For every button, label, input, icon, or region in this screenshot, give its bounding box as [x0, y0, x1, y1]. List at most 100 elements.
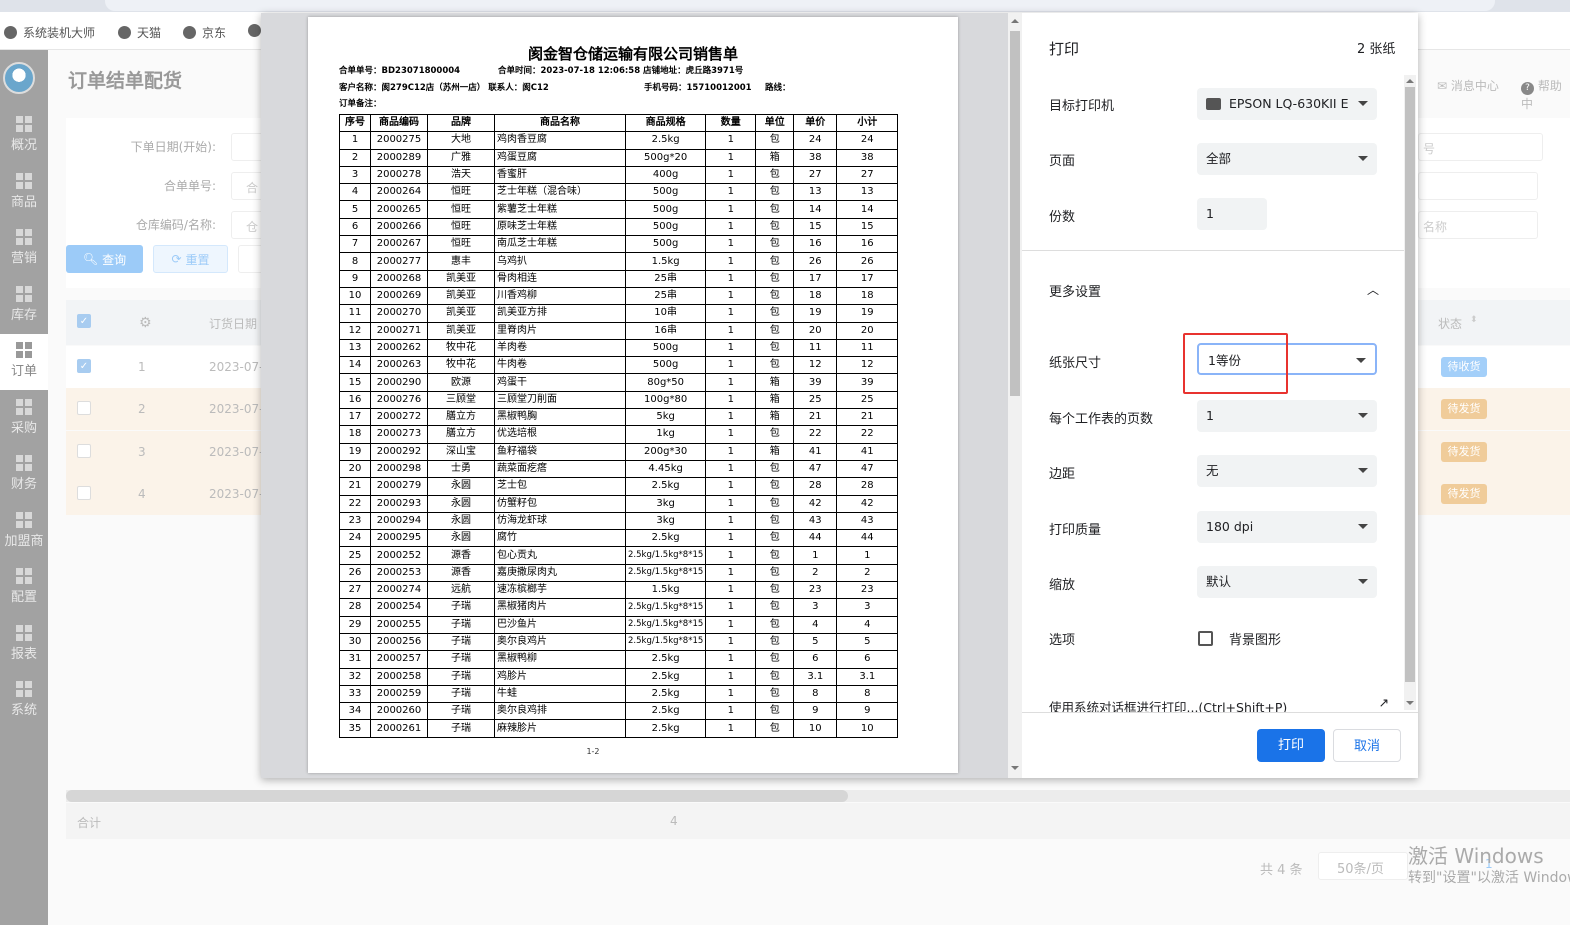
pages-per-sheet-select[interactable]: 1 [1197, 400, 1377, 432]
table-cell: 包 [755, 252, 795, 271]
table-cell: 24 [339, 529, 371, 548]
table-cell: 5 [793, 632, 838, 652]
table-row: 28 2000254 子瑞 黑椒猪肉片 2.5kg/1.5kg*8*15 1 包 3 3 [339, 598, 899, 617]
margins-select[interactable]: 无 [1197, 455, 1377, 487]
table-cell: 子瑞 [427, 667, 495, 686]
grid-icon [16, 568, 32, 584]
message-center-link[interactable]: ✉ 消息中心 [1437, 77, 1499, 94]
sidebar-item[interactable]: 订单 [0, 334, 48, 390]
background-graphics-checkbox[interactable] [1198, 631, 1213, 646]
table-cell: 包 [755, 667, 795, 686]
column-header: 数量 [705, 113, 757, 133]
sidebar-item[interactable]: 配置 [0, 560, 48, 616]
print-button[interactable]: 打印 [1257, 729, 1325, 762]
table-row: 32 2000258 子瑞 鸡胗片 2.5kg 1 包 3.1 3.1 [339, 667, 899, 686]
sidebar-item[interactable]: 加盟商 [0, 504, 48, 560]
table-cell: 5kg [624, 408, 707, 427]
table-cell: 9 [793, 702, 838, 721]
table-row: 17 2000272 膳立方 黑椒鸭胸 5kg 1 箱 21 21 [339, 408, 899, 427]
scroll-up-icon[interactable] [1011, 19, 1019, 23]
quality-label: 打印质量 [1049, 523, 1102, 538]
select-all-checkbox[interactable]: ✓ [77, 314, 91, 328]
settings-gear-icon[interactable]: ⚙ [139, 315, 152, 331]
table-cell: 2.5kg [624, 667, 707, 686]
table-row: 14 2000263 牧中花 牛肉卷 500g 1 包 12 12 [339, 356, 899, 375]
scrollbar-thumb[interactable] [66, 790, 848, 802]
scrollbar-thumb[interactable] [1405, 87, 1415, 682]
table-cell: 25串 [624, 269, 707, 288]
sidebar-item[interactable]: 营销 [0, 221, 48, 277]
table-cell: 4 [836, 615, 899, 634]
column-status[interactable]: 状态 [1438, 315, 1462, 332]
external-link-icon: ↗ [1378, 695, 1389, 710]
table-cell: 包 [755, 269, 795, 288]
table-cell: 15 [339, 373, 371, 392]
reset-button[interactable]: ⟳ 重置 [153, 245, 228, 273]
background-graphics-option[interactable]: 背景图形 [1198, 629, 1281, 648]
bookmark-item[interactable]: 京东 [183, 24, 226, 41]
right-filter-select-2[interactable]: 名称 [1418, 211, 1538, 239]
table-cell: 1 [705, 165, 757, 185]
more-settings-toggle[interactable]: 更多设置 ︿ [1049, 281, 1379, 300]
settings-scrollbar[interactable] [1404, 75, 1416, 710]
table-row: 15 2000290 欧源 鸡蛋干 80g*50 1 箱 39 39 [339, 373, 899, 392]
table-cell: 2000278 [370, 165, 428, 185]
phone-number: 手机号码：15710012001 [644, 83, 752, 93]
query-button[interactable]: 🔍︎ 查询 [66, 245, 143, 273]
sidebar-item[interactable]: 采购 [0, 391, 48, 447]
table-cell: 2000269 [370, 286, 428, 306]
table-cell: 19 [793, 304, 838, 323]
page-size-select[interactable]: 50条/页 [1318, 852, 1408, 880]
scroll-up-icon[interactable] [1406, 79, 1414, 83]
table-cell: 9 [339, 269, 371, 288]
table-cell: 31 [339, 650, 371, 669]
sidebar-item[interactable]: 财务 [0, 447, 48, 503]
sidebar-item[interactable]: 概况 [0, 108, 48, 164]
table-cell: 2000264 [370, 183, 428, 202]
column-order-date[interactable]: 订货日期 [209, 315, 257, 332]
horizontal-scrollbar[interactable] [66, 790, 1570, 802]
sidebar-item[interactable]: 系统 [0, 673, 48, 729]
row-checkbox[interactable]: ✓ [77, 359, 91, 373]
table-cell: 20 [793, 321, 838, 340]
pages-select[interactable]: 全部 [1197, 143, 1377, 175]
table-cell: 包 [755, 217, 795, 237]
column-header: 品牌 [427, 113, 495, 133]
table-cell: 27 [793, 165, 838, 185]
scrollbar-thumb[interactable] [1010, 31, 1020, 396]
table-cell: 2000293 [370, 494, 428, 513]
scale-select[interactable]: 默认 [1197, 566, 1377, 598]
copies-input[interactable]: 1 [1197, 198, 1267, 230]
cancel-button[interactable]: 取消 [1333, 729, 1401, 762]
bookmark-item[interactable]: 天猫 [118, 24, 161, 41]
table-cell: 子瑞 [427, 650, 495, 669]
scroll-down-icon[interactable] [1011, 766, 1019, 770]
table-cell: 优选培根 [494, 425, 626, 444]
table-cell: 包 [755, 338, 795, 358]
row-checkbox[interactable] [77, 401, 91, 416]
table-cell: 速冻槟榔芋 [494, 581, 626, 600]
printer-select[interactable]: EPSON LQ-630KII E [1197, 88, 1377, 120]
sidebar-item[interactable]: 报表 [0, 617, 48, 673]
chevron-down-icon [1358, 156, 1368, 161]
right-filter-input[interactable]: 号 [1418, 133, 1543, 161]
table-cell: 鸡胗片 [494, 667, 626, 686]
sidebar-item[interactable]: 商品 [0, 165, 48, 221]
help-link[interactable]: ? 帮助中 [1521, 77, 1570, 112]
sidebar-item[interactable]: 库存 [0, 278, 48, 334]
bookmark-item[interactable] [248, 24, 261, 37]
table-cell: 16 [339, 390, 371, 410]
table-cell: 1 [705, 373, 757, 392]
table-cell: 三顾堂刀削面 [494, 390, 626, 410]
table-cell: 25 [836, 390, 899, 410]
row-checkbox[interactable] [77, 485, 91, 500]
sort-icon[interactable]: ⬍ [1470, 315, 1478, 325]
preview-scrollbar[interactable] [1008, 13, 1022, 778]
right-filter-select[interactable] [1418, 172, 1538, 200]
table-cell: 1 [705, 286, 757, 306]
quality-select[interactable]: 180 dpi [1197, 511, 1377, 543]
bookmark-item[interactable]: 系统装机大师 [4, 24, 95, 41]
scroll-down-icon[interactable] [1406, 701, 1414, 705]
row-checkbox[interactable] [77, 443, 91, 458]
table-cell: 18 [793, 286, 838, 306]
